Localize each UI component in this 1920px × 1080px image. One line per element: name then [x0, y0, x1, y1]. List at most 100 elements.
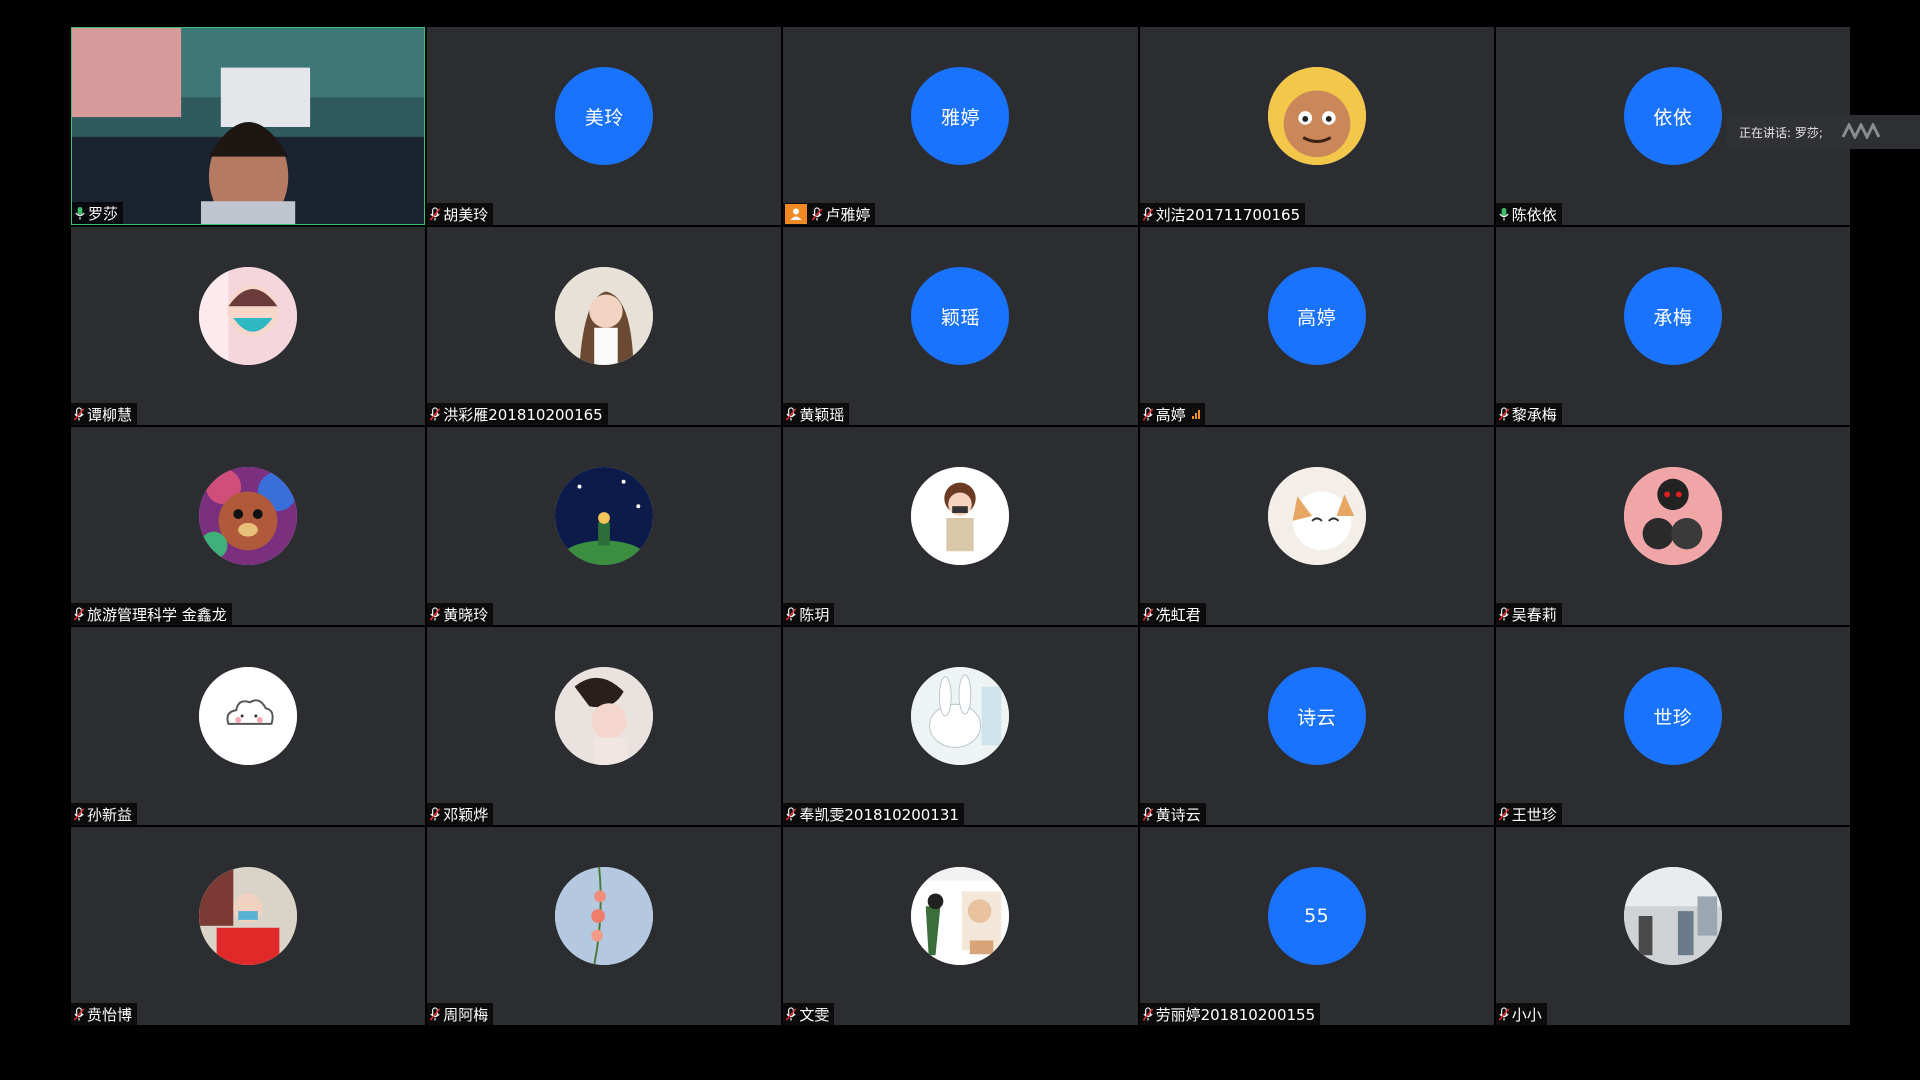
participant-tile[interactable]: 贲怡博 — [71, 827, 426, 1025]
participant-name-bar: 谭柳慧 — [71, 403, 138, 425]
participant-name-bar: 罗莎 — [72, 202, 124, 224]
muted-mic-icon — [1142, 1006, 1154, 1022]
participant-name-bar: 高婷 — [1139, 403, 1205, 425]
initials-avatar: 世珍 — [1623, 667, 1722, 766]
participant-name-bar: 王世珍 — [1495, 803, 1562, 825]
participant-name-bar: 陈玥 — [783, 603, 835, 625]
participant-name-bar: 卢雅婷 — [783, 203, 876, 225]
participant-name-bar: 冼虹君 — [1139, 603, 1206, 625]
muted-mic-icon — [785, 606, 797, 622]
muted-mic-icon — [785, 1006, 797, 1022]
participant-name: 冼虹君 — [1155, 605, 1201, 624]
participant-name-bar: 陈依依 — [1495, 203, 1562, 225]
participant-tile[interactable]: 奉凯雯201810200131 — [783, 627, 1138, 825]
network-signal-icon — [1191, 409, 1200, 419]
muted-mic-icon — [429, 606, 441, 622]
participant-name: 胡美玲 — [443, 205, 489, 224]
cartoon-cat-avatar — [1267, 67, 1366, 166]
woman-photo-avatar — [555, 267, 654, 366]
participant-tile[interactable]: 谭柳慧 — [71, 227, 426, 425]
participant-name-bar: 黄颖瑶 — [783, 403, 850, 425]
participant-name: 刘洁201711700165 — [1155, 205, 1301, 224]
participant-name-bar: 贲怡博 — [71, 1003, 138, 1025]
host-person-icon — [785, 204, 808, 224]
muted-mic-icon — [1498, 406, 1510, 422]
participant-tile[interactable]: 吴春莉 — [1495, 427, 1850, 625]
muted-mic-icon — [73, 406, 85, 422]
participant-name: 陈玥 — [799, 605, 830, 624]
participant-tile[interactable]: 陈玥 — [783, 427, 1138, 625]
participant-tile[interactable]: 诗云黄诗云 — [1139, 627, 1494, 825]
initials-avatar: 高婷 — [1267, 267, 1366, 366]
participant-name: 罗莎 — [88, 204, 119, 223]
participant-name-bar: 旅游管理科学 金鑫龙 — [71, 603, 232, 625]
muted-mic-icon — [811, 206, 823, 222]
muted-mic-icon — [429, 806, 441, 822]
muted-mic-icon — [429, 206, 441, 222]
masked-person-avatar — [199, 867, 298, 966]
participant-tile[interactable]: 冼虹君 — [1139, 427, 1494, 625]
cloud-avatar — [199, 667, 298, 766]
participant-name-bar: 洪彩雁201810200165 — [427, 403, 608, 425]
participant-name-bar: 吴春莉 — [1495, 603, 1562, 625]
participant-name: 旅游管理科学 金鑫龙 — [87, 605, 227, 624]
participant-tile[interactable]: 世珍王世珍 — [1495, 627, 1850, 825]
participant-tile[interactable]: 刘洁201711700165 — [1139, 27, 1494, 225]
muted-mic-icon — [1498, 806, 1510, 822]
participant-name-bar: 黄诗云 — [1139, 803, 1206, 825]
participant-tile[interactable]: 雅婷卢雅婷 — [783, 27, 1138, 225]
participant-tile[interactable]: 承梅黎承梅 — [1495, 227, 1850, 425]
initials-avatar: 诗云 — [1267, 667, 1366, 766]
initials-avatar: 55 — [1267, 867, 1366, 966]
participant-video — [72, 28, 425, 224]
participant-name: 黎承梅 — [1511, 405, 1557, 424]
comic-meme-avatar — [911, 867, 1010, 966]
cartoon-dog-avatar — [1267, 467, 1366, 566]
participant-name: 谭柳慧 — [87, 405, 133, 424]
muted-mic-icon — [73, 806, 85, 822]
participant-name-bar: 劳丽婷201810200155 — [1139, 1003, 1321, 1025]
anime-couple-avatar — [1623, 467, 1722, 566]
participant-tile[interactable]: 邓颖烨 — [427, 627, 782, 825]
muted-mic-icon — [1142, 206, 1154, 222]
speaking-text: 正在讲话: 罗莎; — [1739, 125, 1823, 140]
active-mic-icon — [1498, 207, 1510, 222]
participant-name: 周阿梅 — [443, 1005, 489, 1024]
participant-tile[interactable]: 洪彩雁201810200165 — [427, 227, 782, 425]
active-mic-icon — [74, 206, 86, 221]
participant-tile[interactable]: 孙新益 — [71, 627, 426, 825]
initials-avatar: 雅婷 — [911, 67, 1010, 166]
participant-tile[interactable]: 周阿梅 — [427, 827, 782, 1025]
participant-tile[interactable]: 旅游管理科学 金鑫龙 — [71, 427, 426, 625]
muted-mic-icon — [785, 406, 797, 422]
participant-name: 黄晓玲 — [443, 605, 489, 624]
muted-mic-icon — [429, 1006, 441, 1022]
street-people-avatar — [1623, 867, 1722, 966]
participant-name-bar: 黎承梅 — [1495, 403, 1562, 425]
night-sky-prince-avatar — [555, 467, 654, 566]
participant-grid: 罗莎 美玲 胡美玲 雅婷 卢雅婷 刘洁201711700165 依依 陈依依 谭柳慧 洪彩雁201… — [71, 27, 1850, 1025]
colorful-bear-avatar — [199, 467, 298, 566]
participant-name-bar: 邓颖烨 — [427, 803, 494, 825]
participant-tile[interactable]: 55 劳丽婷201810200155 — [1139, 827, 1494, 1025]
participant-name-bar: 周阿梅 — [427, 1003, 494, 1025]
participant-name: 奉凯雯201810200131 — [799, 805, 959, 824]
participant-name: 孙新益 — [87, 805, 133, 824]
participant-name: 陈依依 — [1511, 205, 1557, 224]
muted-mic-icon — [429, 406, 441, 422]
participant-name-bar: 黄晓玲 — [427, 603, 494, 625]
participant-name-bar: 奉凯雯201810200131 — [783, 803, 964, 825]
participant-tile[interactable]: 高婷 高婷 — [1139, 227, 1494, 425]
muted-mic-icon — [1142, 806, 1154, 822]
participant-tile[interactable]: 小小 — [1495, 827, 1850, 1025]
participant-tile[interactable]: 颖瑶 黄颖瑶 — [783, 227, 1138, 425]
participant-tile[interactable]: 罗莎 — [71, 27, 426, 225]
woman-portrait-avatar — [555, 667, 654, 766]
initials-avatar: 承梅 — [1623, 267, 1722, 366]
participant-tile[interactable]: 美玲 胡美玲 — [427, 27, 782, 225]
muted-mic-icon — [73, 606, 85, 622]
meeting-stage: 罗莎 美玲 胡美玲 雅婷 卢雅婷 刘洁201711700165 依依 陈依依 谭柳慧 洪彩雁201… — [0, 0, 1920, 1080]
participant-tile[interactable]: 文雯 — [783, 827, 1138, 1025]
voice-wave-icon — [1841, 121, 1881, 142]
participant-tile[interactable]: 黄晓玲 — [427, 427, 782, 625]
